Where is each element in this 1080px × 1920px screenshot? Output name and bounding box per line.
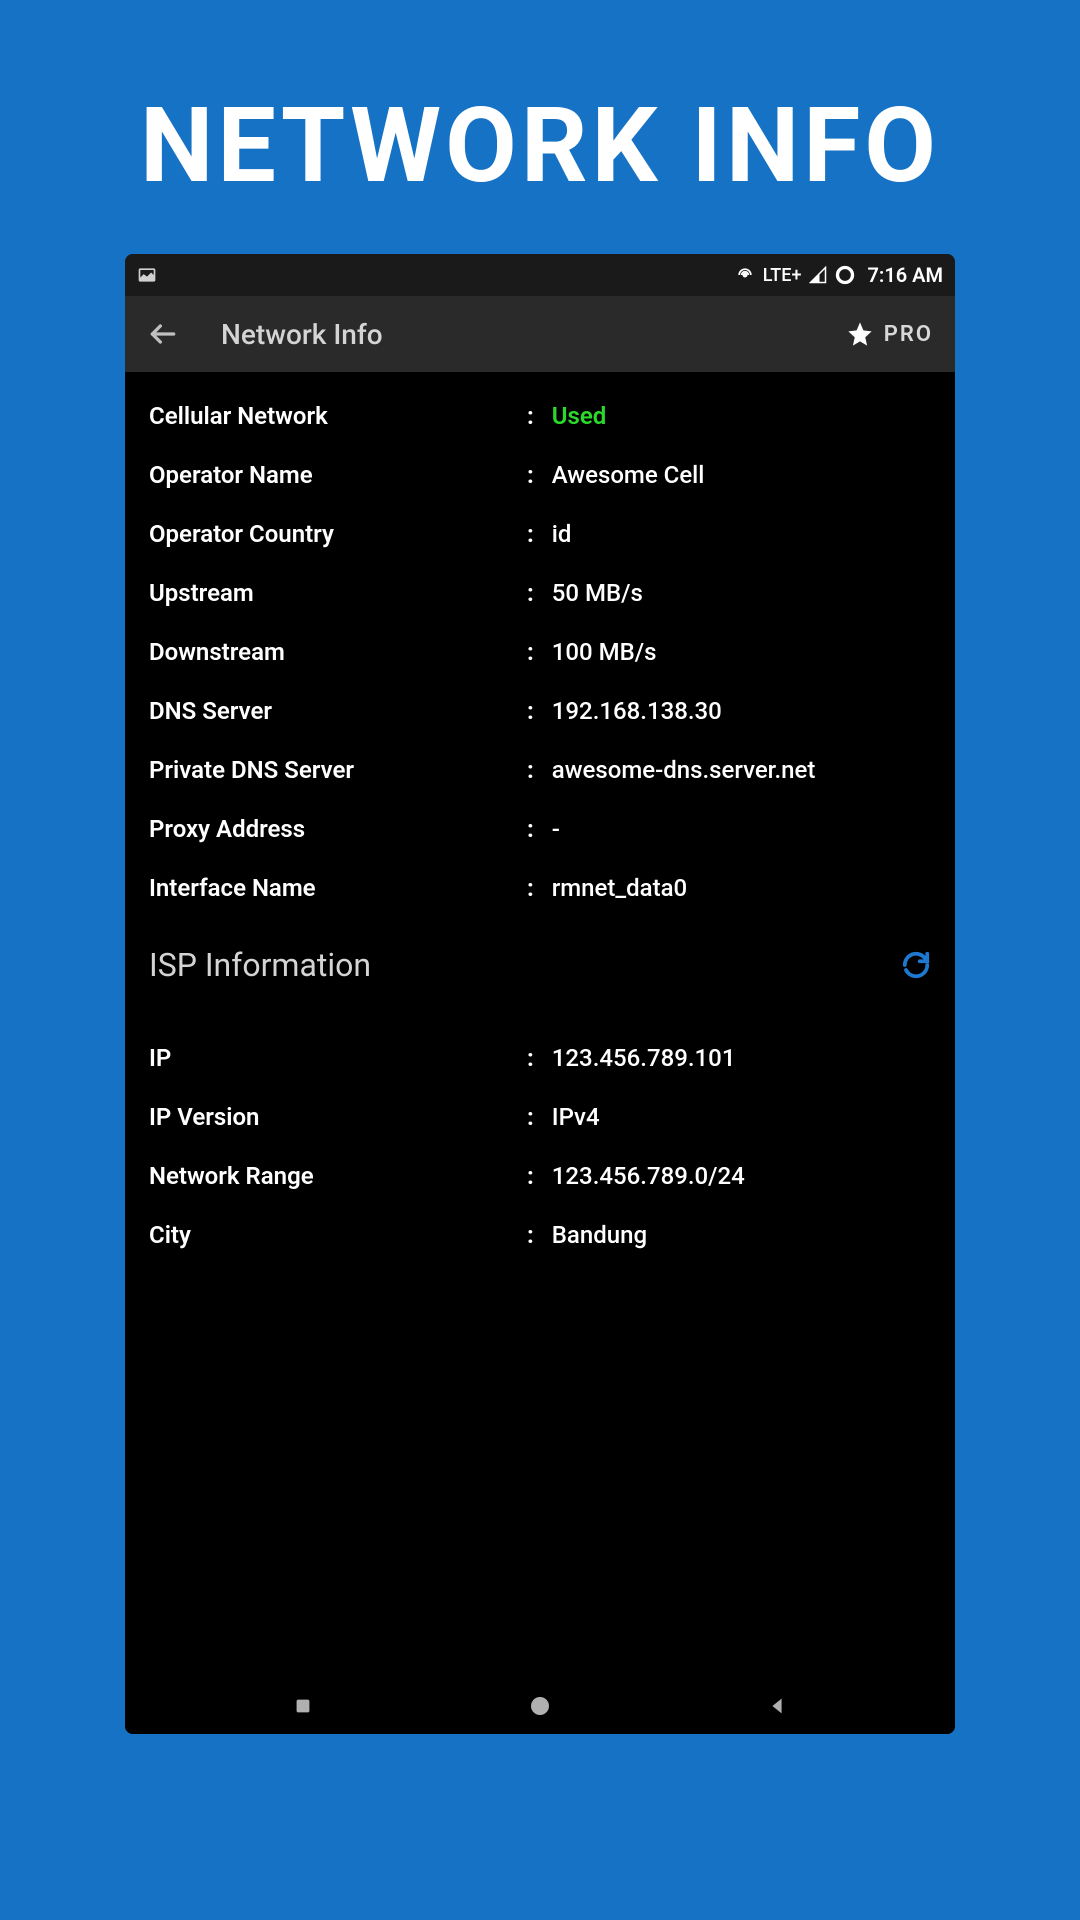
isp-section-title: ISP Information xyxy=(149,946,371,984)
info-value: 123.456.789.0/24 xyxy=(552,1162,745,1190)
picture-icon xyxy=(137,265,157,285)
status-bar: LTE+ 7:16 AM xyxy=(125,254,955,296)
info-row: Cellular Network: Used xyxy=(149,402,931,430)
info-label: Operator Country xyxy=(149,520,527,548)
info-label: IP xyxy=(149,1044,527,1072)
pro-label: PRO xyxy=(884,322,933,347)
refresh-button[interactable] xyxy=(901,950,931,980)
phone-screen: LTE+ 7:16 AM Network Info PRO Cellular N… xyxy=(125,254,955,1734)
info-colon: : xyxy=(527,402,534,430)
nav-recent-button[interactable] xyxy=(289,1692,317,1720)
info-colon: : xyxy=(527,697,534,725)
info-row: Network Range:123.456.789.0/24 xyxy=(149,1162,931,1190)
info-row: Operator Name: Awesome Cell xyxy=(149,461,931,489)
info-value: 192.168.138.30 xyxy=(552,697,722,725)
lte-label: LTE+ xyxy=(763,265,802,286)
info-row: IP:123.456.789.101 xyxy=(149,1044,931,1072)
info-colon: : xyxy=(527,520,534,548)
info-value: rmnet_data0 xyxy=(552,874,687,902)
nav-home-button[interactable] xyxy=(526,1692,554,1720)
info-label: Proxy Address xyxy=(149,815,527,843)
info-value: IPv4 xyxy=(552,1103,600,1131)
info-label: Network Range xyxy=(149,1162,527,1190)
navigation-bar xyxy=(125,1678,955,1734)
info-row: DNS Server:192.168.138.30 xyxy=(149,697,931,725)
nav-back-button[interactable] xyxy=(763,1692,791,1720)
info-value: id xyxy=(552,520,572,548)
info-row: Downstream:100 MB/s xyxy=(149,638,931,666)
back-button[interactable] xyxy=(147,318,179,350)
status-time: 7:16 AM xyxy=(867,263,943,287)
info-colon: : xyxy=(527,1103,534,1131)
content-area: Cellular Network: Used Operator Name: Aweso… xyxy=(125,372,955,1678)
circle-icon xyxy=(835,265,855,285)
pro-button[interactable]: PRO xyxy=(846,320,933,348)
info-value: awesome-dns.server.net xyxy=(552,756,816,784)
isp-section-header: ISP Information xyxy=(149,946,931,984)
info-label: DNS Server xyxy=(149,697,527,725)
info-colon: : xyxy=(527,756,534,784)
info-value: Awesome Cell xyxy=(552,461,705,489)
info-colon: : xyxy=(527,638,534,666)
hotspot-icon xyxy=(735,265,755,285)
info-colon: : xyxy=(527,1044,534,1072)
info-row: City: Bandung xyxy=(149,1221,931,1249)
info-label: Operator Name xyxy=(149,461,527,489)
info-value: 100 MB/s xyxy=(552,638,657,666)
info-value: 123.456.789.101 xyxy=(552,1044,736,1072)
info-label: Cellular Network xyxy=(149,402,527,430)
info-value: 50 MB/s xyxy=(552,579,643,607)
signal-icon xyxy=(809,266,827,284)
info-value: - xyxy=(552,815,560,843)
page-title: Network Info xyxy=(221,318,846,351)
info-row: Operator Country: id xyxy=(149,520,931,548)
info-label: Interface Name xyxy=(149,874,527,902)
info-label: Upstream xyxy=(149,579,527,607)
info-colon: : xyxy=(527,1162,534,1190)
info-label: Private DNS Server xyxy=(149,756,527,784)
info-label: Downstream xyxy=(149,638,527,666)
info-colon: : xyxy=(527,815,534,843)
info-colon: : xyxy=(527,874,534,902)
info-label: City xyxy=(149,1221,527,1249)
app-bar: Network Info PRO xyxy=(125,296,955,372)
info-row: Upstream:50 MB/s xyxy=(149,579,931,607)
info-colon: : xyxy=(527,579,534,607)
star-icon xyxy=(846,320,874,348)
info-row: Proxy Address:- xyxy=(149,815,931,843)
info-value: Bandung xyxy=(552,1221,647,1249)
promo-title: NETWORK INFO xyxy=(140,90,940,204)
info-colon: : xyxy=(527,1221,534,1249)
info-value: Used xyxy=(552,402,607,430)
info-label: IP Version xyxy=(149,1103,527,1131)
info-row: IP Version: IPv4 xyxy=(149,1103,931,1131)
info-row: Private DNS Server: awesome-dns.server.ne… xyxy=(149,756,931,784)
info-colon: : xyxy=(527,461,534,489)
info-row: Interface Name: rmnet_data0 xyxy=(149,874,931,902)
